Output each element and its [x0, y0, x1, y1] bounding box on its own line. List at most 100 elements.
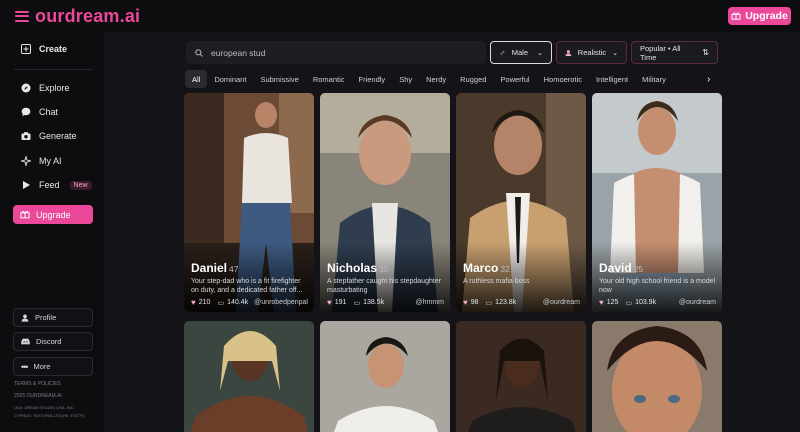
card-info: Marco 32 A ruthless mafia boss ♥ 98 ▭ 123…	[463, 261, 580, 307]
like-count: 98	[470, 299, 479, 306]
sidebar-label-generate: Generate	[39, 131, 77, 141]
character-name: Nicholas	[327, 261, 378, 275]
sidebar-item-generate[interactable]: Generate	[21, 131, 77, 141]
character-card[interactable]	[320, 321, 450, 432]
character-card[interactable]: Daniel 47 Your step-dad who is a fit fire…	[184, 93, 314, 312]
sidebar-label-feed: Feed	[39, 180, 60, 190]
sidebar-item-chat[interactable]: Chat	[21, 107, 58, 117]
sidebar-item-explore[interactable]: Explore	[21, 83, 70, 93]
character-description: A ruthless mafia boss	[463, 278, 530, 285]
character-name: Marco	[463, 261, 499, 275]
tab-nerdy[interactable]: Nerdy	[419, 70, 453, 88]
character-name: Daniel	[191, 261, 228, 275]
chevron-down-icon: ⌄	[612, 49, 618, 57]
legal-cyprus-text: CYPRUS: TEXTORIA LTD (HE 475779)	[14, 413, 85, 418]
character-portrait	[184, 321, 314, 432]
creator-handle[interactable]: @ourdream	[543, 299, 580, 306]
sidebar-more-button[interactable]: ••• More	[13, 357, 93, 376]
header-upgrade-button[interactable]: Upgrade	[728, 7, 791, 25]
like-count: 191	[334, 299, 347, 306]
like-count: 210	[198, 299, 211, 306]
character-card[interactable]: Marco 32 A ruthless mafia boss ♥ 98 ▭ 123…	[456, 93, 586, 312]
male-symbol-icon: ♂	[499, 47, 506, 58]
tab-intelligent[interactable]: Intelligent	[589, 70, 635, 88]
character-age: 32	[500, 264, 510, 274]
sidebar-item-create[interactable]: Create	[21, 44, 67, 54]
heart-icon: ♥	[191, 298, 196, 307]
character-card[interactable]	[592, 321, 722, 432]
sidebar-upgrade-button[interactable]: Upgrade	[13, 205, 93, 224]
menu-icon[interactable]	[15, 10, 29, 22]
character-age: 25	[633, 264, 644, 274]
discord-icon	[21, 338, 30, 345]
sidebar-item-my-ai[interactable]: My AI	[21, 156, 62, 166]
tab-romantic[interactable]: Romantic	[306, 70, 352, 88]
card-info: David 25 Your old high school friend is a…	[599, 261, 716, 307]
sidebar-label-explore: Explore	[39, 83, 70, 93]
camera-icon	[21, 131, 31, 141]
tab-friendly[interactable]: Friendly	[352, 70, 393, 88]
tab-rugged[interactable]: Rugged	[453, 70, 493, 88]
sidebar-more-label: More	[33, 362, 51, 371]
sidebar-discord-label: Discord	[36, 337, 62, 346]
copyright-text: 2025 OURDREAM.AI	[14, 393, 62, 399]
chevron-down-icon: ⌄	[537, 49, 543, 57]
card-info: Daniel 47 Your step-dad who is a fit fire…	[191, 261, 308, 307]
terms-link[interactable]: TERMS & POLICIES	[14, 379, 61, 389]
chat-icon: ▭	[485, 299, 493, 307]
creator-handle[interactable]: @hmmm	[416, 299, 445, 306]
creator-handle[interactable]: @unrobedpenpal	[254, 299, 308, 306]
creator-handle[interactable]: @ourdream	[679, 299, 716, 306]
gender-filter-value: Male	[511, 48, 529, 57]
gender-filter-dropdown[interactable]: ♂ Male ⌄	[490, 41, 552, 64]
tab-dominant[interactable]: Dominant	[207, 70, 253, 88]
chat-icon: ▭	[217, 299, 225, 307]
sort-arrows-icon: ⇅	[702, 48, 709, 57]
search-input[interactable]: european stud	[186, 41, 486, 64]
person-icon	[565, 49, 572, 56]
search-icon	[195, 48, 203, 57]
sidebar-item-feed[interactable]: Feed New	[21, 180, 92, 190]
character-age: 35	[379, 264, 389, 274]
sidebar-label-create: Create	[39, 44, 68, 54]
top-bar: ourdream.ai Upgrade	[0, 0, 800, 32]
chat-count: 123.8k	[495, 299, 517, 306]
tab-submissive[interactable]: Submissive	[253, 70, 305, 88]
style-filter-value: Realistic	[577, 48, 607, 57]
character-portrait	[320, 321, 450, 432]
tab-military[interactable]: Military	[635, 70, 673, 88]
gift-icon	[731, 12, 741, 20]
tab-all[interactable]: All	[185, 70, 208, 88]
card-stats: ♥ 98 ▭ 123.8k @ourdream	[463, 298, 580, 307]
chat-count: 140.4k	[227, 299, 249, 306]
character-portrait	[592, 321, 722, 432]
character-card[interactable]	[184, 321, 314, 432]
sidebar-divider	[14, 69, 93, 70]
character-age: 47	[229, 264, 239, 274]
header-upgrade-label: Upgrade	[745, 10, 788, 22]
sidebar-profile-button[interactable]: Profile	[13, 308, 93, 327]
tab-powerful[interactable]: Powerful	[493, 70, 536, 88]
main-content: european stud ♂ Male ⌄ Realistic ⌄ Popul…	[107, 32, 800, 432]
character-card[interactable]: David 25 Your old high school friend is a…	[592, 93, 722, 312]
sort-value: Popular • All Time	[640, 43, 681, 62]
chat-count: 138.5k	[363, 299, 385, 306]
compass-icon	[21, 83, 31, 93]
character-card[interactable]: Nicholas 35 A stepfather caught his stepd…	[320, 93, 450, 312]
character-description: Your old high school friend is a model n…	[599, 278, 716, 294]
chat-icon: ▭	[353, 299, 361, 307]
style-filter-dropdown[interactable]: Realistic ⌄	[556, 41, 627, 64]
chevron-right-icon[interactable]: ›	[707, 74, 710, 85]
logo[interactable]: ourdream.ai	[35, 6, 140, 27]
tab-shy[interactable]: Shy	[392, 70, 419, 88]
heart-icon: ♥	[599, 298, 604, 307]
sidebar-discord-button[interactable]: Discord	[13, 332, 93, 351]
tab-homoerotic[interactable]: Homoerotic	[537, 70, 589, 88]
gift-icon	[20, 210, 30, 219]
heart-icon: ♥	[327, 298, 332, 307]
chat-count: 103.9k	[635, 299, 657, 306]
character-description: A stepfather caught his stepdaughter mas…	[327, 278, 442, 294]
sort-dropdown[interactable]: Popular • All Time ⇅	[631, 41, 718, 64]
character-card[interactable]	[456, 321, 586, 432]
sparkle-icon	[21, 156, 31, 166]
